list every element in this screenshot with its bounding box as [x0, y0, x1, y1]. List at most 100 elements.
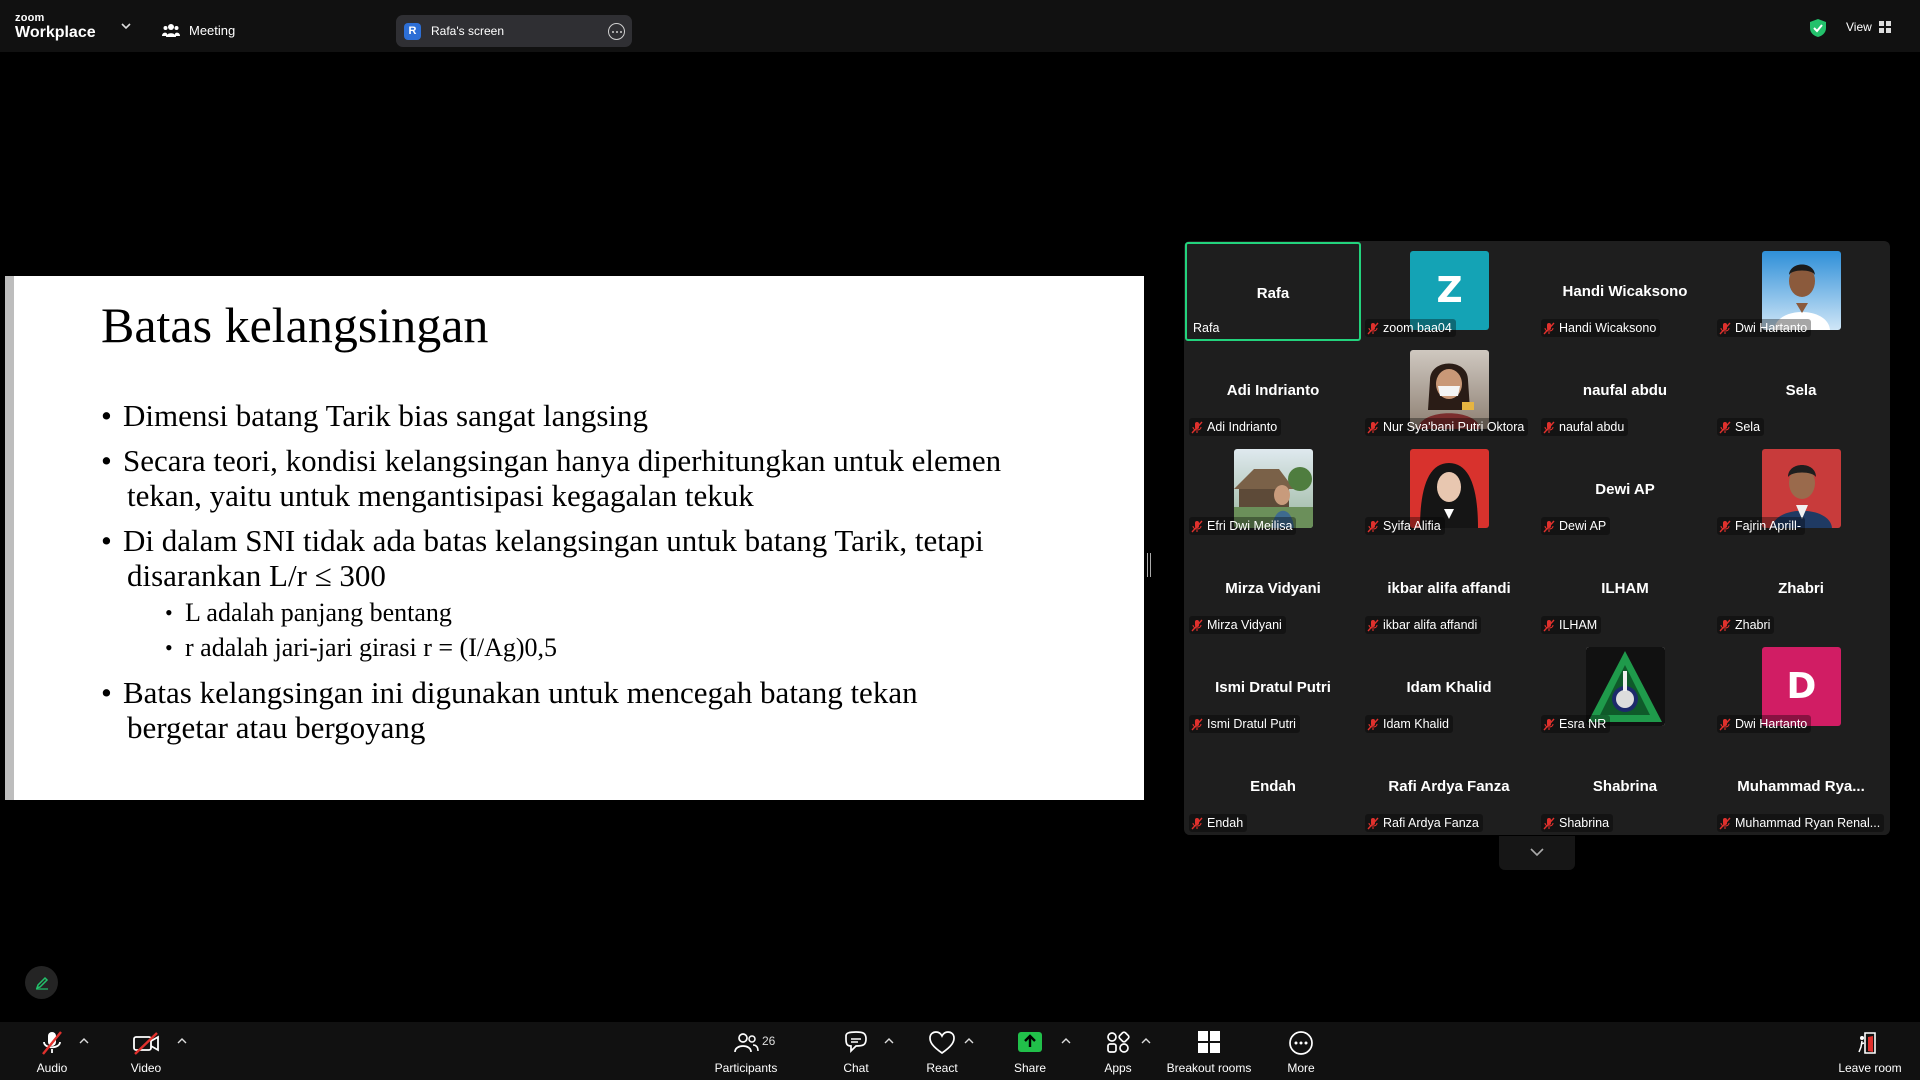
shared-slide: Batas kelangsingan Dimensi batang Tarik …: [5, 276, 1144, 800]
participant-display-name: naufal abdu: [1582, 382, 1668, 399]
participant-display-name: Endah: [1250, 778, 1296, 795]
participant-tile[interactable]: Ismi Dratul Putri Ismi Dratul Putri: [1185, 638, 1361, 737]
participant-display-name: Adi Indrianto: [1226, 382, 1320, 399]
participant-label-text: Syifa Alifia: [1383, 519, 1441, 533]
apps-button[interactable]: Apps: [1101, 1022, 1135, 1080]
shared-screen-pill[interactable]: R Rafa's screen: [396, 15, 632, 47]
participant-name-label: Sela: [1717, 418, 1765, 436]
breakout-rooms-button[interactable]: Breakout rooms: [1162, 1022, 1256, 1080]
slide-edge: [5, 276, 14, 800]
security-shield-icon[interactable]: [1809, 18, 1827, 38]
heart-icon: [929, 1031, 955, 1055]
bullet-continuation: bergetar atau bergoyang: [127, 710, 426, 745]
participant-tile[interactable]: Idam Khalid Idam Khalid: [1361, 638, 1537, 737]
participant-display-name: ILHAM: [1601, 580, 1649, 597]
leave-room-button[interactable]: Leave room: [1836, 1022, 1904, 1080]
meeting-menu[interactable]: Meeting: [162, 20, 235, 40]
participant-tile[interactable]: Shabrina Shabrina: [1537, 737, 1713, 835]
participant-name-label: Nur Sya'bani Putri Oktora: [1365, 418, 1529, 436]
participants-button[interactable]: Participants: [712, 1022, 780, 1080]
participant-display-name: Sela: [1785, 382, 1817, 399]
more-label: More: [1287, 1061, 1315, 1075]
annotate-button[interactable]: [25, 966, 58, 999]
microphone-muted-icon: [1543, 817, 1555, 829]
react-options-caret-icon[interactable]: [964, 1037, 974, 1044]
chat-label: Chat: [843, 1061, 869, 1075]
participant-tile[interactable]: Adi Indrianto Adi Indrianto: [1185, 341, 1361, 440]
participant-tile[interactable]: Sela Sela: [1713, 341, 1889, 440]
participant-display-name: Rafa: [1256, 285, 1290, 302]
microphone-muted-icon: [1719, 718, 1731, 730]
participant-tile[interactable]: Syifa Alifia: [1361, 440, 1537, 539]
video-button[interactable]: Video: [126, 1022, 166, 1080]
microphone-muted-icon: [1191, 619, 1203, 631]
participant-tile[interactable]: Zzoom baa04: [1361, 242, 1537, 341]
participant-tile[interactable]: Dewi AP Dewi AP: [1537, 440, 1713, 539]
participant-tile[interactable]: Rafi Ardya Fanza Rafi Ardya Fanza: [1361, 737, 1537, 835]
participant-tile[interactable]: Dwi Hartanto: [1713, 242, 1889, 341]
view-button[interactable]: View: [1846, 20, 1891, 34]
participant-tile[interactable]: Esra NR: [1537, 638, 1713, 737]
zoom-workplace-logo: zoom Workplace: [15, 13, 96, 41]
microphone-muted-icon: [1367, 520, 1379, 532]
participant-label-text: naufal abdu: [1559, 420, 1625, 434]
participant-label-text: Dewi AP: [1559, 519, 1607, 533]
participant-name-label: ILHAM: [1541, 616, 1602, 634]
split-resize-handle[interactable]: [1147, 553, 1151, 577]
apps-options-caret-icon[interactable]: [1141, 1037, 1151, 1044]
participant-tile[interactable]: Handi Wicaksono Handi Wicaksono: [1537, 242, 1713, 341]
participant-label-text: Shabrina: [1559, 816, 1610, 830]
participant-tile[interactable]: Nur Sya'bani Putri Oktora: [1361, 341, 1537, 440]
participant-label-text: Sela: [1735, 420, 1761, 434]
react-button[interactable]: React: [922, 1022, 962, 1080]
participant-label-text: Handi Wicaksono: [1559, 321, 1657, 335]
slide-bullet: Batas kelangsingan ini digunakan untuk m…: [101, 675, 1121, 745]
participant-tile[interactable]: Fajrin Aprill-: [1713, 440, 1889, 539]
video-options-caret-icon[interactable]: [177, 1037, 187, 1044]
more-button[interactable]: More: [1283, 1022, 1319, 1080]
participant-label-text: Rafa: [1193, 321, 1220, 335]
participant-tile[interactable]: ikbar alifa affandi ikbar alifa affandi: [1361, 539, 1537, 638]
participants-count: 26: [762, 1034, 776, 1048]
sub-bullet-list: L adalah panjang bentang r adalah jari-j…: [165, 595, 1121, 665]
participant-tile[interactable]: Zhabri Zhabri: [1713, 539, 1889, 638]
participant-name-label: Shabrina: [1541, 814, 1614, 832]
slide-bullet-list: Dimensi batang Tarik bias sangat langsin…: [101, 398, 1121, 755]
participant-tile[interactable]: Efri Dwi Meilisa: [1185, 440, 1361, 539]
participants-icon: [734, 1033, 759, 1053]
participant-name-label: Fajrin Aprill-: [1717, 517, 1805, 535]
participant-tile[interactable]: Muhammad Rya... Muhammad Ryan Renal...: [1713, 737, 1889, 835]
microphone-muted-icon: [1367, 421, 1379, 433]
microphone-muted-icon: [1543, 718, 1555, 730]
participant-label-text: Endah: [1207, 816, 1244, 830]
bullet-text: Secara teori, kondisi kelangsingan hanya…: [123, 443, 1002, 478]
chat-button[interactable]: Chat: [838, 1022, 874, 1080]
microphone-muted-icon: [1367, 817, 1379, 829]
microphone-muted-icon: [1191, 520, 1203, 532]
participant-display-name: Rafi Ardya Fanza: [1388, 778, 1510, 795]
share-button[interactable]: Share: [1010, 1022, 1050, 1080]
participant-name-label: Adi Indrianto: [1189, 418, 1282, 436]
participant-tile[interactable]: Mirza Vidyani Mirza Vidyani: [1185, 539, 1361, 638]
participant-name-label: Syifa Alifia: [1365, 517, 1445, 535]
microphone-muted-icon: [1719, 421, 1731, 433]
audio-options-caret-icon[interactable]: [79, 1037, 89, 1044]
chat-options-caret-icon[interactable]: [884, 1037, 894, 1044]
participant-tile[interactable]: Endah Endah: [1185, 737, 1361, 835]
more-options-icon[interactable]: [608, 23, 625, 40]
participant-tile[interactable]: naufal abdu naufal abdu: [1537, 341, 1713, 440]
share-options-caret-icon[interactable]: [1061, 1037, 1071, 1044]
meeting-toolbar: Audio Video Participants 26 Chat React S…: [0, 1022, 1920, 1080]
share-screen-icon: [1018, 1032, 1042, 1052]
participant-tile[interactable]: D Dwi Hartanto: [1713, 638, 1889, 737]
participant-tile[interactable]: ILHAM ILHAM: [1537, 539, 1713, 638]
participant-tile[interactable]: Rafa Rafa: [1185, 242, 1361, 341]
participant-label-text: ILHAM: [1559, 618, 1598, 632]
participant-name-label: Mirza Vidyani: [1189, 616, 1286, 634]
participant-name-label: Rafa: [1191, 319, 1223, 337]
sub-bullet: r adalah jari-jari girasi r = (I/Ag)0,5: [165, 630, 1121, 665]
audio-button[interactable]: Audio: [32, 1022, 72, 1080]
gallery-scroll-down[interactable]: [1499, 836, 1575, 870]
chevron-down-icon[interactable]: [120, 21, 132, 31]
logo-line-1: zoom: [15, 12, 45, 24]
